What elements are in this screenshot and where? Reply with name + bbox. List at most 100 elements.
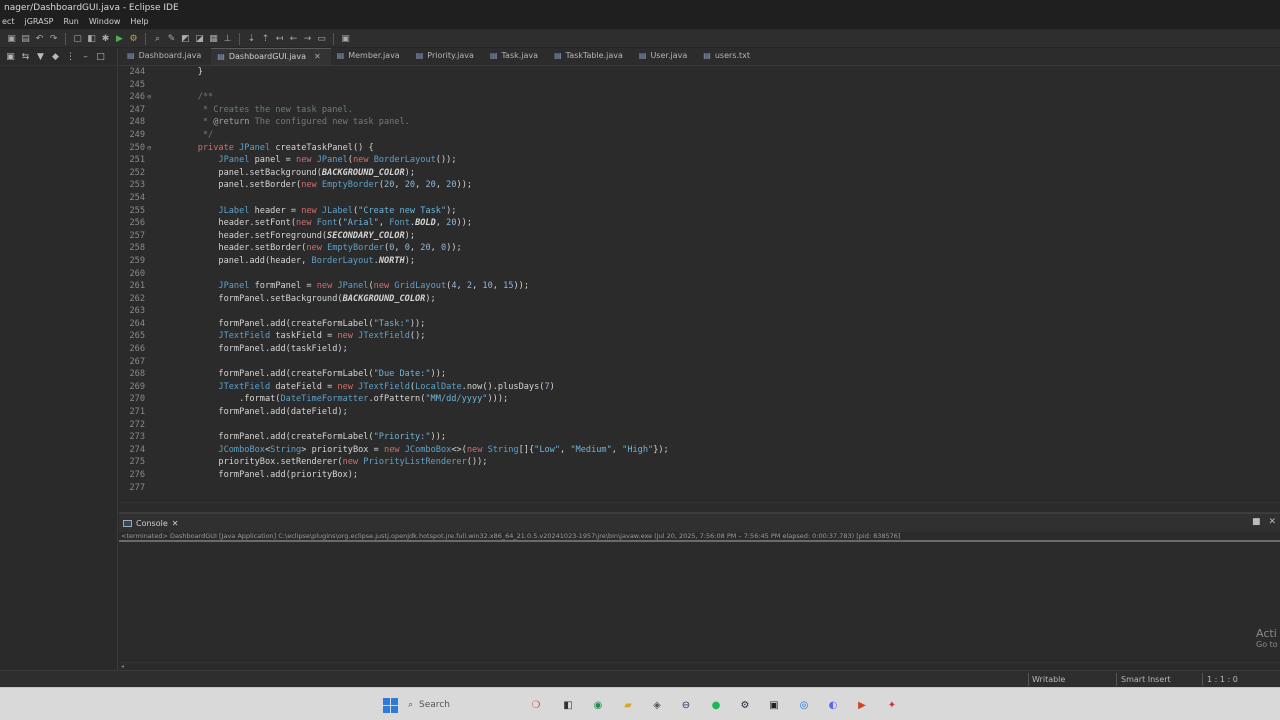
save-all-icon[interactable]: ▤ — [20, 33, 31, 44]
code-line[interactable]: 256 header.setFont(new Font("Arial", Fon… — [119, 217, 1280, 230]
pencil-icon[interactable]: ✎ — [166, 33, 177, 44]
menu-window[interactable]: Window — [89, 17, 121, 28]
code-line[interactable]: 249 */ — [119, 129, 1280, 142]
search-icon[interactable]: ⌕ — [152, 33, 163, 44]
open-type-icon[interactable]: ◧ — [86, 33, 97, 44]
maximize-icon[interactable]: □ — [95, 51, 106, 62]
widget-icon[interactable]: ❍ — [526, 697, 546, 713]
code-line[interactable]: 260 — [119, 268, 1280, 281]
chrome-icon[interactable]: ◉ — [590, 697, 606, 713]
close-icon[interactable]: ✕ — [1268, 517, 1276, 527]
code-line[interactable]: 262 formPanel.setBackground(BACKGROUND_C… — [119, 293, 1280, 306]
code-line[interactable]: 257 header.setForeground(SECONDARY_COLOR… — [119, 230, 1280, 243]
code-line[interactable]: 266 formPanel.add(taskField); — [119, 343, 1280, 356]
tab-dashboardgui[interactable]: ▤ DashboardGUI.java ✕ — [211, 48, 331, 65]
fold-icon[interactable]: ⊖ — [147, 91, 157, 104]
code-line[interactable]: 274 JComboBox<String> priorityBox = new … — [119, 444, 1280, 457]
code-line[interactable]: 259 panel.add(header, BorderLayout.NORTH… — [119, 255, 1280, 268]
menu-run[interactable]: Run — [64, 17, 79, 28]
undo-icon[interactable]: ↶ — [34, 33, 45, 44]
code-line[interactable]: 245 — [119, 79, 1280, 92]
code-line[interactable]: 254 — [119, 192, 1280, 205]
code-line[interactable]: 268 formPanel.add(createFormLabel("Due D… — [119, 368, 1280, 381]
grid-icon[interactable]: ▦ — [208, 33, 219, 44]
task-view-icon[interactable]: ◧ — [560, 697, 576, 713]
new-icon[interactable]: ▢ — [72, 33, 83, 44]
console-horizontal-scrollbar[interactable]: ◂ — [119, 662, 1280, 670]
browser-icon[interactable]: ◎ — [796, 697, 812, 713]
last-edit-icon[interactable]: ↤ — [274, 33, 285, 44]
code-line[interactable]: 253 panel.setBorder(new EmptyBorder(20, … — [119, 179, 1280, 192]
code-line[interactable]: 247 * Creates the new task panel. — [119, 104, 1280, 117]
next-annotation-icon[interactable]: ⇣ — [246, 33, 257, 44]
code-line[interactable]: 265 JTextField taskField = new JTextFiel… — [119, 330, 1280, 343]
powerpoint-icon[interactable]: ▶ — [854, 697, 870, 713]
perspective-icon[interactable]: ▣ — [340, 33, 351, 44]
editor-horizontal-scrollbar[interactable] — [119, 502, 1280, 510]
navigate-forward-icon[interactable]: → — [302, 33, 313, 44]
navigate-back-icon[interactable]: ← — [288, 33, 299, 44]
eclipse-icon[interactable]: ◈ — [649, 697, 665, 713]
save-icon[interactable]: ▣ — [6, 33, 17, 44]
tab-priority[interactable]: ▤ Priority.java — [410, 48, 484, 65]
windows-start-icon[interactable] — [382, 697, 398, 713]
minimize-icon[interactable]: – — [80, 51, 91, 62]
tab-users-txt[interactable]: ▤ users.txt — [697, 48, 760, 65]
pin-icon[interactable]: ⊥ — [222, 33, 233, 44]
terminal-icon[interactable]: ▣ — [766, 697, 782, 713]
view-menu-icon[interactable]: ⋮ — [65, 51, 76, 62]
pin-editor-icon[interactable]: ▭ — [316, 33, 327, 44]
console-output[interactable] — [119, 542, 1280, 662]
tab-tasktable[interactable]: ▤ TaskTable.java — [548, 48, 633, 65]
run-icon[interactable]: ▶ — [114, 33, 125, 44]
prev-annotation-icon[interactable]: ⇡ — [260, 33, 271, 44]
taskbar-search[interactable]: ⌕ Search — [408, 697, 526, 713]
code-line[interactable]: 258 header.setBorder(new EmptyBorder(0, … — [119, 242, 1280, 255]
filter-icon[interactable]: ▼ — [35, 51, 46, 62]
code-line[interactable]: 244 } — [119, 66, 1280, 79]
redo-icon[interactable]: ↷ — [48, 33, 59, 44]
code-area[interactable]: 244 } 245 246 ⊖ /** 247 * Creates the new ta… — [119, 66, 1280, 502]
menu-project[interactable]: ect — [2, 17, 14, 28]
tab-user[interactable]: ▤ User.java — [633, 48, 697, 65]
tab-member[interactable]: ▤ Member.java — [331, 48, 410, 65]
menu-jgrasp[interactable]: jGRASP — [24, 17, 53, 28]
code-line[interactable]: 252 panel.setBackground(BACKGROUND_COLOR… — [119, 167, 1280, 180]
menu-help[interactable]: Help — [130, 17, 148, 28]
code-line[interactable]: 277 — [119, 482, 1280, 495]
debug-icon[interactable]: ✱ — [100, 33, 111, 44]
close-icon[interactable]: ✕ — [172, 519, 179, 528]
code-line[interactable]: 261 JPanel formPanel = new JPanel(new Gr… — [119, 280, 1280, 293]
close-icon[interactable]: ✕ — [314, 52, 321, 65]
external-tools-icon[interactable]: ⚙ — [128, 33, 139, 44]
cursor-position[interactable]: 1 : 1 : 0 — [1207, 675, 1238, 684]
link-editor-icon[interactable]: ⇆ — [20, 51, 31, 62]
code-line[interactable]: 271 formPanel.add(dateField); — [119, 406, 1280, 419]
app-icon[interactable]: ✦ — [884, 697, 900, 713]
code-line[interactable]: 255 JLabel header = new JLabel("Create n… — [119, 205, 1280, 218]
fold-icon[interactable]: ⊖ — [147, 142, 157, 155]
spotify-icon[interactable]: ● — [708, 697, 724, 713]
tab-console[interactable]: Console ✕ — [123, 519, 178, 528]
tab-task[interactable]: ▤ Task.java — [484, 48, 548, 65]
focus-icon[interactable]: ◆ — [50, 51, 61, 62]
code-line[interactable]: 276 formPanel.add(priorityBox); — [119, 469, 1280, 482]
annotation-icon[interactable]: ◪ — [194, 33, 205, 44]
code-line[interactable]: 251 JPanel panel = new JPanel(new Border… — [119, 154, 1280, 167]
code-line[interactable]: 267 — [119, 356, 1280, 369]
code-line[interactable]: 272 — [119, 419, 1280, 432]
code-line[interactable]: 269 JTextField dateField = new JTextFiel… — [119, 381, 1280, 394]
highlight-icon[interactable]: ◩ — [180, 33, 191, 44]
discord-icon[interactable]: ◐ — [825, 697, 841, 713]
code-line[interactable]: 264 formPanel.add(createFormLabel("Task:… — [119, 318, 1280, 331]
tab-dashboard[interactable]: ▤ Dashboard.java — [121, 48, 211, 65]
insert-mode-status[interactable]: Smart Insert — [1121, 675, 1171, 684]
code-line[interactable]: 263 — [119, 305, 1280, 318]
code-line[interactable]: 248 * @return The configured new task pa… — [119, 116, 1280, 129]
code-line[interactable]: 275 priorityBox.setRenderer(new Priority… — [119, 456, 1280, 469]
code-line[interactable]: 273 formPanel.add(createFormLabel("Prior… — [119, 431, 1280, 444]
steam-icon[interactable]: ⚙ — [737, 697, 753, 713]
maximize-icon[interactable]: ■ — [1252, 517, 1261, 527]
file-explorer-icon[interactable]: ▰ — [620, 697, 636, 713]
code-line[interactable]: 246 ⊖ /** — [119, 91, 1280, 104]
